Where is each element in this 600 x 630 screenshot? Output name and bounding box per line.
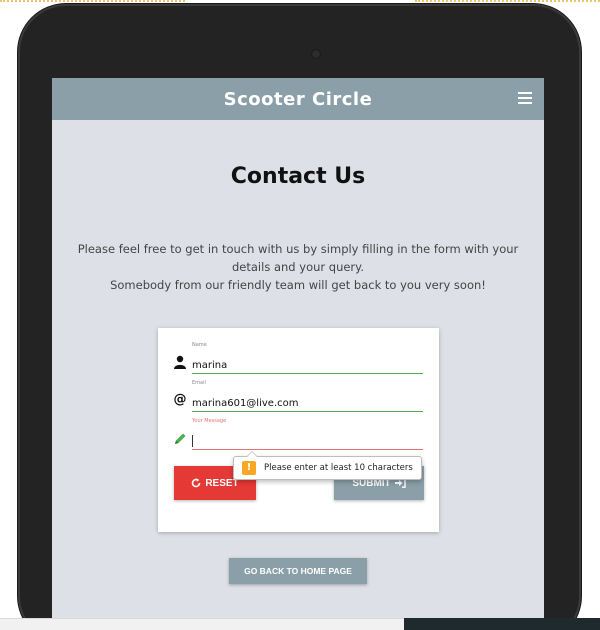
navbar: Scooter Circle	[52, 78, 544, 120]
bottom-bar-light	[0, 618, 404, 630]
camera-icon	[311, 49, 321, 59]
message-label: Your Message	[192, 418, 227, 424]
hamburger-icon[interactable]	[518, 92, 532, 104]
message-field[interactable]: Your Message	[172, 418, 423, 450]
bottom-bar-dark	[404, 618, 600, 630]
tablet-screen: Scooter Circle Contact Us Please feel fr…	[52, 78, 544, 630]
warning-icon: !	[242, 461, 256, 475]
validation-message: Please enter at least 10 characters	[264, 463, 413, 473]
validation-tooltip: ! Please enter at least 10 characters	[233, 451, 422, 480]
home-page-button[interactable]: GO BACK TO HOME PAGE	[229, 558, 367, 584]
email-field[interactable]: @ Email marina601@live.com	[172, 380, 423, 412]
email-input[interactable]: marina601@live.com	[192, 398, 298, 409]
intro-text: Please feel free to get in touch with us…	[74, 240, 522, 294]
name-underline	[192, 373, 423, 374]
message-underline	[192, 449, 423, 450]
page-title: Contact Us	[230, 164, 366, 189]
email-underline	[192, 411, 423, 412]
user-icon	[172, 354, 188, 370]
pencil-icon	[172, 430, 188, 446]
name-label: Name	[192, 342, 207, 348]
intro-line-1: Please feel free to get in touch with us…	[77, 242, 519, 274]
reset-icon	[192, 478, 201, 488]
text-caret	[192, 435, 193, 447]
name-field[interactable]: Name marina	[172, 342, 423, 374]
contact-form: Name marina @ Email marina601@live.com Y…	[158, 328, 439, 532]
email-label: Email	[192, 380, 206, 386]
intro-line-2: Somebody from our friendly team will get…	[110, 278, 486, 292]
brand-title[interactable]: Scooter Circle	[224, 89, 373, 110]
at-icon: @	[173, 392, 187, 407]
name-input[interactable]: marina	[192, 360, 227, 371]
